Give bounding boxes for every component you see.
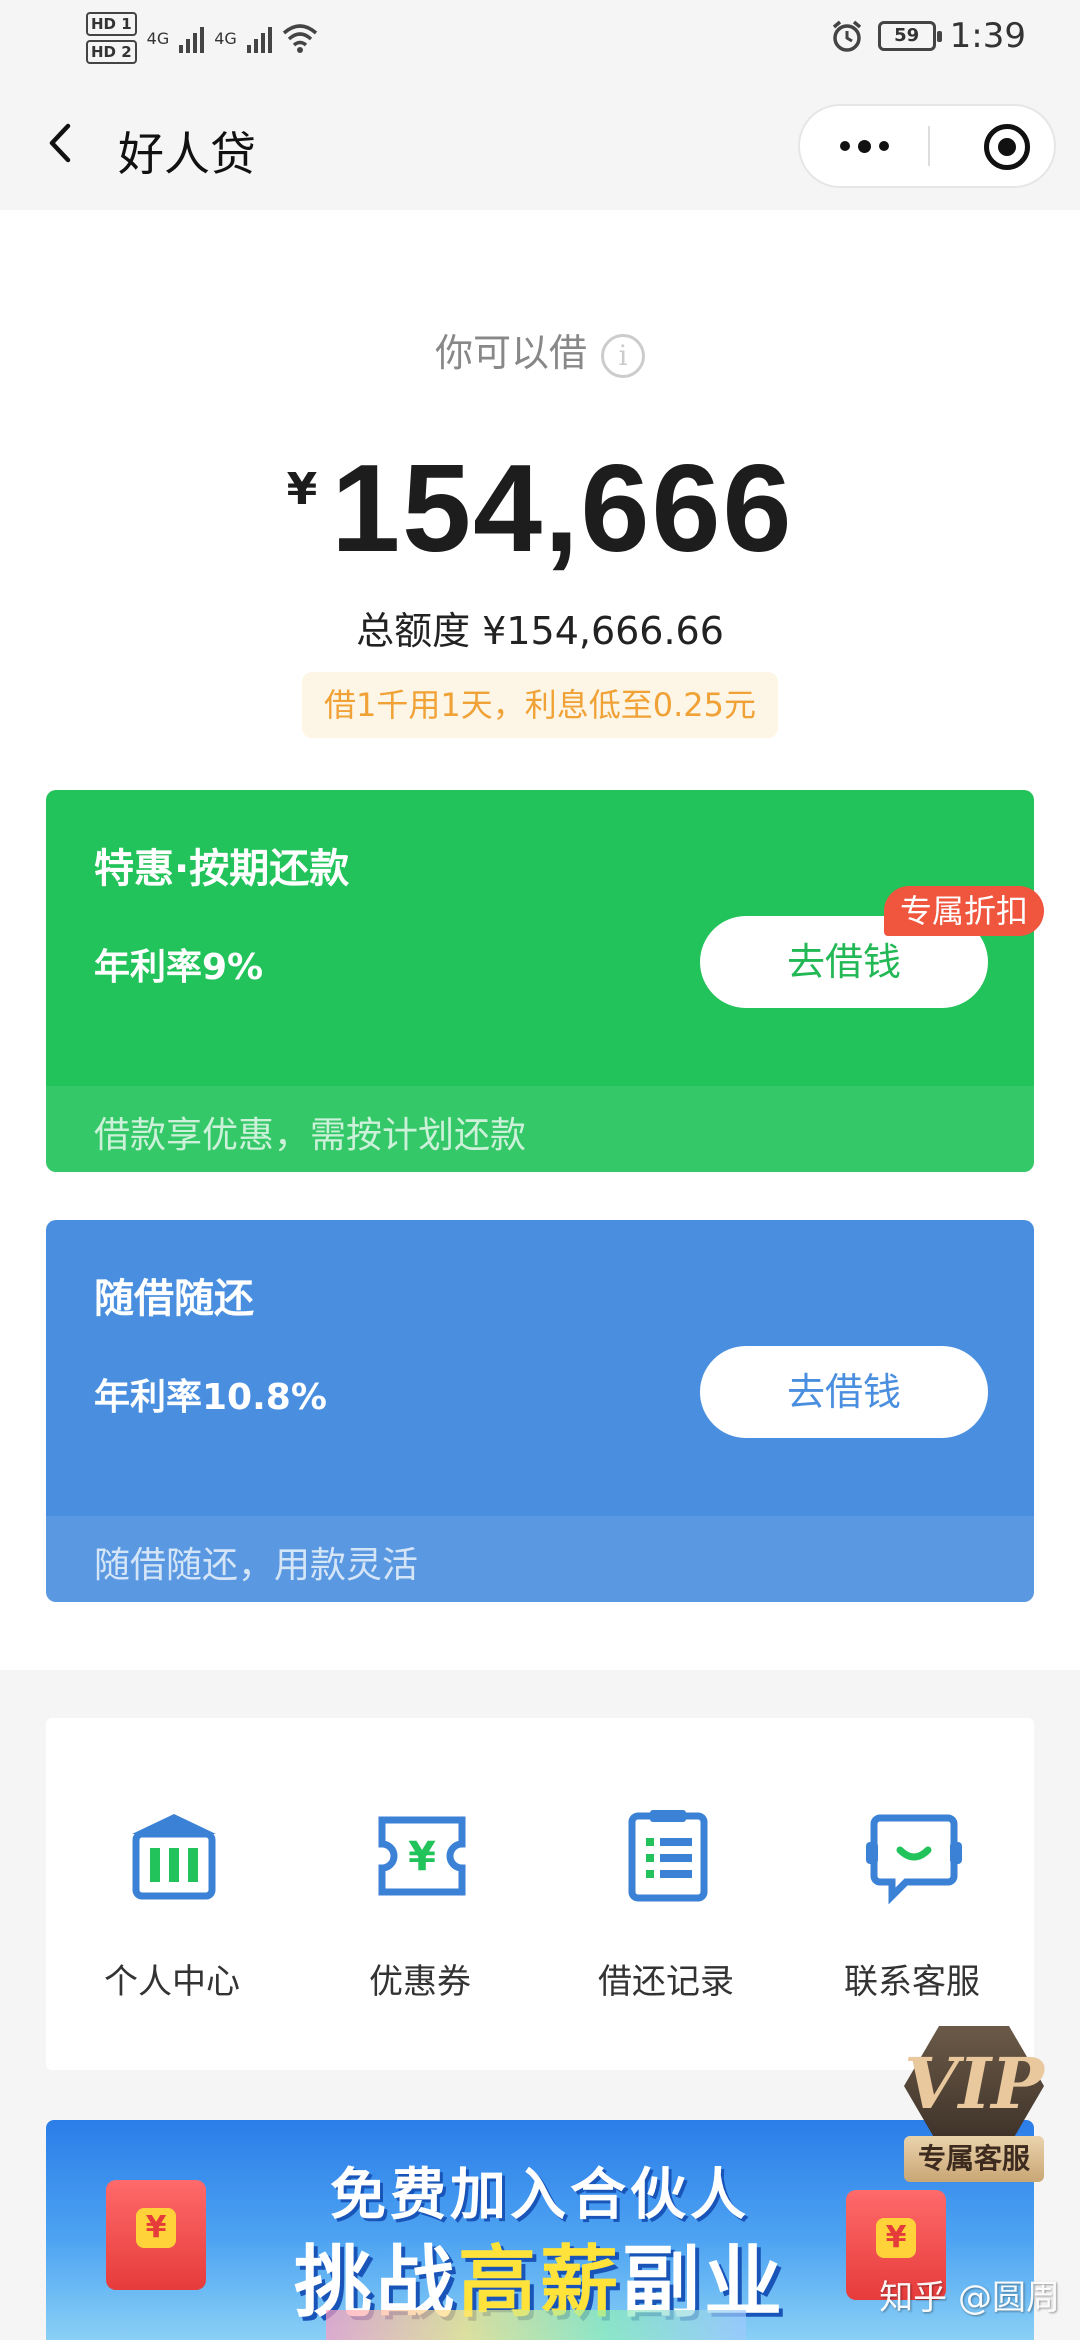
currency-symbol: ¥ [286,464,318,515]
vip-label: 专属客服 [904,2136,1044,2182]
page-title: 好人贷 [118,127,256,181]
card-footer: 随借随还，用款灵活 [46,1516,1034,1602]
available-amount: ¥154,666 [0,438,1080,580]
sim1-label: HD 1 [86,12,137,36]
card-footer-text: 随借随还，用款灵活 [94,1545,419,1586]
card-title: 特惠·按期还款 [94,846,350,892]
loan-overview: 你可以借 i ¥154,666 总额度 ¥154,666.66 借1千用1天，利息… [0,210,1080,1670]
network-type-1: 4G [146,28,170,48]
network-type-2: 4G [214,28,237,48]
alarm-icon [832,20,861,52]
menu-label: 借还记录 [598,1962,734,2002]
card-fixed-repayment: 特惠·按期还款 年利率9% 去借钱 借款享优惠，需按计划还款 [46,790,1034,1172]
mini-program-capsule [798,104,1056,188]
nav-bar: 好人贷 [0,80,1080,210]
borrow-label: 你可以借 i [0,322,1080,378]
battery-level: 59 [894,25,920,46]
vip-customer-service-button[interactable]: VIP 专属客服 [900,2026,1048,2186]
sim2-label: HD 2 [86,40,137,64]
borrow-button-flexible[interactable]: 去借钱 [700,1346,988,1438]
status-right: 59 1:39 [830,16,1026,56]
menu-item-customer-service[interactable]: 联系客服 [792,1808,1032,2028]
menu-label: 优惠券 [369,1962,471,2002]
customer-service-icon [866,1814,962,1904]
amount-value: 154,666 [331,440,794,578]
status-bar: HD 1 HD 2 4G 4G 59 1:39 [0,0,1080,80]
svg-text:¥: ¥ [408,1834,436,1880]
menu-label: 个人中心 [104,1962,240,2002]
card-footer: 借款享优惠，需按计划还款 [46,1086,1034,1172]
menu-label: 联系客服 [844,1962,980,2002]
menu-item-coupons[interactable]: ¥ 优惠券 [300,1808,540,2028]
more-dots-icon[interactable] [800,106,928,186]
card-rate: 年利率10.8% [94,1377,327,1418]
signal-icon-2 [246,23,272,53]
record-list-icon [628,1810,708,1902]
target-close-icon[interactable] [984,124,1030,170]
borrow-label-text: 你可以借 [434,331,587,375]
total-limit: 总额度 ¥154,666.66 [356,609,724,653]
interest-promo: 借1千用1天，利息低至0.25元 [302,672,778,738]
capsule-divider [928,126,930,166]
exclusive-discount-badge: 专属折扣 [884,886,1045,936]
menu-item-personal-center[interactable]: 个人中心 [52,1808,292,2028]
card-title: 随借随还 [94,1276,254,1322]
bank-icon [132,1814,216,1900]
coupon-icon: ¥ [378,1816,466,1896]
card-rate: 年利率9% [94,947,264,988]
sim-indicators: HD 1 HD 2 [86,12,137,64]
rainbow-decoration [326,2310,746,2340]
menu-item-borrow-records[interactable]: 借还记录 [546,1808,786,2028]
battery-icon: 59 [877,21,942,51]
watermark: 知乎 @圆周 [879,2278,1060,2318]
vip-text: VIP [904,2042,1044,2125]
info-icon[interactable]: i [601,333,645,378]
status-left: HD 1 HD 2 4G 4G [86,12,318,64]
banner-headline: 免费加入合伙人 [330,2163,750,2228]
signal-icon [179,23,205,53]
chevron-left-icon[interactable] [38,118,88,168]
card-flexible-repayment: 随借随还 年利率10.8% 去借钱 随借随还，用款灵活 [46,1220,1034,1602]
card-footer-text: 借款享优惠，需按计划还款 [94,1115,527,1156]
shortcut-menu: 个人中心 ¥ 优惠券 借还记录 联系客服 [46,1718,1034,2070]
clock: 1:39 [949,16,1026,56]
wifi-icon [282,24,317,53]
